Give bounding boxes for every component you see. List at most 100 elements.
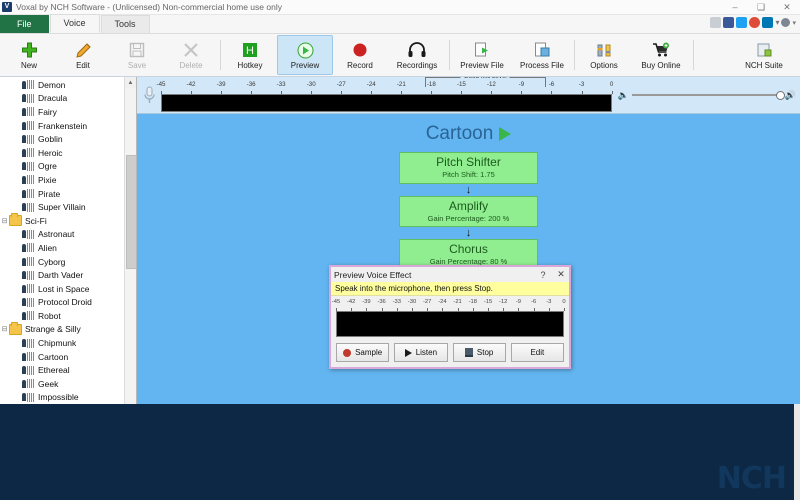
effect-block[interactable]: Pitch Shifter Pitch Shift: 1.75 bbox=[399, 152, 538, 184]
volume-track[interactable] bbox=[631, 91, 785, 100]
tree-voice-item[interactable]: Frankenstein bbox=[0, 119, 136, 133]
help-icon[interactable] bbox=[781, 18, 791, 27]
toolbar-separator-4 bbox=[693, 40, 694, 70]
scale-label: -30 bbox=[306, 80, 316, 88]
toolbar-options-button[interactable]: Options bbox=[577, 35, 631, 75]
tree-item-label: Super Villain bbox=[38, 202, 86, 213]
tree-voice-item[interactable]: Pirate bbox=[0, 187, 136, 201]
maximize-button[interactable]: ❑ bbox=[748, 0, 774, 14]
sample-button-label: Sample bbox=[355, 348, 383, 357]
toolbar-record-button[interactable]: Record bbox=[333, 35, 387, 75]
scale-tick bbox=[366, 308, 368, 311]
tree-item-label: Darth Vader bbox=[38, 270, 84, 281]
toolbar-edit-label: Edit bbox=[76, 61, 90, 70]
dialog-close-button[interactable]: ✕ bbox=[555, 269, 567, 280]
google-plus-icon[interactable] bbox=[749, 17, 761, 28]
toolbar-delete-button[interactable]: Delete bbox=[164, 35, 218, 75]
toolbar-nch-suite-button[interactable]: NCH Suite bbox=[734, 35, 794, 75]
tree-folder[interactable]: ⊟ Strange & Silly bbox=[0, 321, 136, 337]
good-mic-level-label: Good Mic Level bbox=[460, 77, 510, 80]
toolbar-recordings-button[interactable]: Recordings bbox=[387, 35, 447, 75]
tree-voice-item[interactable]: Impossible bbox=[0, 391, 136, 404]
toolbar-hotkey-button[interactable]: H Hotkey bbox=[223, 35, 277, 75]
tree-voice-item[interactable]: Astronaut bbox=[0, 228, 136, 242]
tree-item-label: Cartoon bbox=[38, 351, 69, 362]
effect-block[interactable]: Amplify Gain Percentage: 200 % bbox=[399, 195, 538, 227]
tree-voice-item[interactable]: Demon bbox=[0, 78, 136, 92]
chevron-down-icon[interactable]: ▾ bbox=[792, 19, 796, 27]
facebook-icon[interactable] bbox=[723, 17, 735, 28]
tree-voice-item[interactable]: Heroic bbox=[0, 146, 136, 160]
voice-icon bbox=[22, 161, 34, 171]
tree-voice-item[interactable]: Cartoon bbox=[0, 350, 136, 364]
tab-file[interactable]: File bbox=[0, 15, 49, 33]
effect-name: Amplify bbox=[448, 198, 489, 213]
toolbar-edit-button[interactable]: Edit bbox=[56, 35, 110, 75]
listen-button[interactable]: Listen bbox=[394, 343, 448, 362]
toolbar-preview-button[interactable]: Preview bbox=[277, 35, 333, 75]
close-button[interactable]: ✕ bbox=[774, 0, 800, 14]
tree-voice-item[interactable]: Cyborg bbox=[0, 255, 136, 269]
scale-label: -6 bbox=[548, 80, 555, 88]
thumbs-up-icon[interactable] bbox=[710, 17, 722, 28]
page-edge bbox=[794, 404, 800, 500]
scale-label: -27 bbox=[336, 80, 346, 88]
tab-tools[interactable]: Tools bbox=[100, 15, 150, 33]
tree-voice-item[interactable]: Robot bbox=[0, 309, 136, 323]
effect-chain-name: Cartoon bbox=[425, 123, 494, 144]
expander-icon[interactable]: ⊟ bbox=[0, 325, 9, 333]
dialog-window-controls: ? ✕ bbox=[537, 267, 567, 282]
twitter-icon[interactable] bbox=[736, 17, 748, 28]
tree-voice-item[interactable]: Chipmunk bbox=[0, 336, 136, 350]
tree-voice-item[interactable]: Pixie bbox=[0, 173, 136, 187]
play-icon bbox=[297, 40, 314, 60]
toolbar-new-button[interactable]: New bbox=[2, 35, 56, 75]
scale-tick bbox=[191, 90, 193, 94]
stop-button[interactable]: Stop bbox=[452, 343, 506, 362]
scrollbar-thumb[interactable] bbox=[126, 155, 136, 269]
volume-knob[interactable] bbox=[775, 91, 785, 100]
toolbar-preview-file-button[interactable]: Preview File bbox=[452, 35, 512, 75]
tree-voice-item[interactable]: Geek bbox=[0, 377, 136, 391]
tree-item-label: Frankenstein bbox=[38, 120, 88, 131]
voice-tree[interactable]: Demon Dracula Fairy Frankenstein Goblin Heroi… bbox=[0, 77, 136, 404]
effect-parameter: Gain Percentage: 200 % bbox=[427, 213, 510, 223]
toolbar-process-file-button[interactable]: Process File bbox=[512, 35, 572, 75]
linkedin-icon[interactable] bbox=[762, 17, 774, 28]
tree-voice-item[interactable]: Ogre bbox=[0, 160, 136, 174]
tree-voice-item[interactable]: Lost in Space bbox=[0, 282, 136, 296]
tree-voice-item[interactable]: Dracula bbox=[0, 92, 136, 106]
tree-voice-item[interactable]: Goblin bbox=[0, 132, 136, 146]
tree-voice-item[interactable]: Alien bbox=[0, 241, 136, 255]
toolbar-save-button[interactable]: Save bbox=[110, 35, 164, 75]
more-icon[interactable]: ▾ bbox=[775, 18, 779, 27]
tree-voice-item[interactable]: Super Villain bbox=[0, 200, 136, 214]
sample-button[interactable]: Sample bbox=[336, 343, 390, 362]
tree-voice-item[interactable]: Protocol Droid bbox=[0, 296, 136, 310]
volume-slider[interactable]: 🔈 🔊 bbox=[618, 90, 796, 101]
voice-icon bbox=[22, 134, 34, 144]
voice-icon bbox=[22, 297, 34, 307]
toolbar-separator-3 bbox=[574, 40, 575, 70]
tree-voice-item[interactable]: Ethereal bbox=[0, 363, 136, 377]
sidebar-scrollbar[interactable]: ▲ ▼ bbox=[124, 77, 136, 404]
expander-icon[interactable]: ⊟ bbox=[0, 217, 9, 225]
dialog-meter-scale: -45 -42 -39 -36 -33 -30 -27 -24 -21 -18 -15 -12 -9 -6… bbox=[332, 299, 566, 308]
play-chain-icon[interactable] bbox=[499, 127, 512, 141]
tree-item-label: Ogre bbox=[38, 161, 57, 172]
toolbar-nch-suite-label: NCH Suite bbox=[745, 61, 783, 70]
tree-voice-item[interactable]: Darth Vader bbox=[0, 268, 136, 282]
tree-folder[interactable]: ⊟ Sci-Fi bbox=[0, 213, 136, 228]
x-icon bbox=[183, 40, 199, 60]
edit-button[interactable]: Edit bbox=[510, 343, 564, 362]
minimize-button[interactable]: – bbox=[722, 0, 748, 14]
tree-voice-item[interactable]: Fairy bbox=[0, 105, 136, 119]
social-links: ▾ ▾ bbox=[710, 17, 796, 28]
dialog-help-button[interactable]: ? bbox=[537, 270, 549, 280]
tab-voice[interactable]: Voice bbox=[49, 14, 100, 33]
toolbar-buy-online-label: Buy Online bbox=[641, 61, 681, 70]
scroll-up-arrow-icon[interactable]: ▲ bbox=[125, 77, 136, 88]
microphone-icon bbox=[141, 85, 159, 105]
scale-label: -3 bbox=[546, 299, 552, 305]
toolbar-buy-online-button[interactable]: Buy Online bbox=[631, 35, 691, 75]
